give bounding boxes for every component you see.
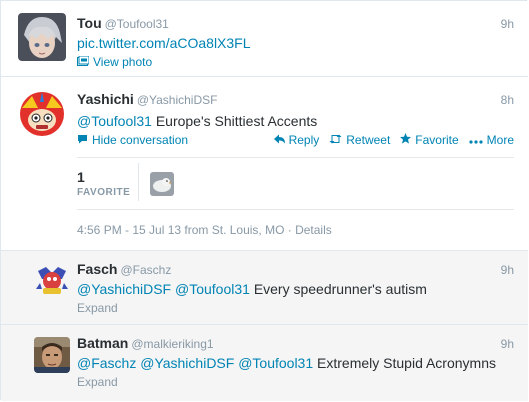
retweet-icon: [329, 133, 342, 147]
conversation-icon: [77, 133, 88, 147]
tweet-text: @Toufool31 Europe's Shittiest Accents: [77, 113, 317, 129]
tweet-text: @Faschz @YashichiDSF @Toufool31 Extremel…: [77, 355, 496, 371]
photo-link[interactable]: pic.twitter.com/aCOa8lX3FL: [77, 35, 251, 51]
favoriter-avatar[interactable]: [150, 172, 174, 196]
mention-links[interactable]: @YashichiDSF @Toufool31: [77, 281, 250, 297]
tweet-actions: Reply Retweet Favorite More: [273, 133, 514, 147]
author-handle[interactable]: @YashichiDSF: [137, 93, 218, 107]
dots-icon: [469, 133, 483, 147]
star-icon: [400, 133, 412, 147]
author-handle[interactable]: @malkieriking1: [131, 337, 213, 351]
author-name[interactable]: Batman @malkieriking1: [77, 335, 214, 351]
author-name[interactable]: Yashichi @YashichiDSF: [77, 91, 217, 107]
more-label: More: [486, 133, 514, 147]
stats-divider-bottom: [77, 209, 514, 210]
tweet-tou[interactable]: Tou @Toufool31 9h pic.twitter.com/aCOa8lX…: [1, 1, 528, 77]
avatar-fasch[interactable]: [34, 263, 70, 299]
tweet-yashichi[interactable]: Yashichi @YashichiDSF 8h @Toufool31 Europ…: [1, 77, 528, 251]
author-handle[interactable]: @Toufool31: [105, 17, 169, 31]
reply-fasch[interactable]: Fasch @Faschz 9h @YashichiDSF @Toufool31 …: [1, 251, 528, 325]
author-handle[interactable]: @Faschz: [120, 263, 171, 277]
timeline-frame: Tou @Toufool31 9h pic.twitter.com/aCOa8lX…: [0, 0, 528, 401]
favorite-count[interactable]: 1: [77, 169, 85, 185]
reply-arrow-icon: [273, 133, 285, 147]
stats-divider-top: [77, 157, 514, 158]
reply-label: Reply: [288, 133, 320, 147]
photo-icon: [77, 55, 90, 69]
reply-batman[interactable]: Batman @malkieriking1 9h @Faschz @Yashich…: [1, 325, 528, 401]
tweet-time[interactable]: 8h: [501, 93, 514, 107]
tweet-time[interactable]: 9h: [501, 17, 514, 31]
tweet-body: Extremely Stupid Acronymns: [317, 355, 496, 371]
mention-links[interactable]: @Faschz @YashichiDSF @Toufool31: [77, 355, 313, 371]
hide-conversation-label: Hide conversation: [92, 133, 189, 147]
stats-separator: [138, 163, 139, 201]
avatar-batman[interactable]: [34, 337, 70, 373]
expand-button[interactable]: Expand: [77, 301, 118, 315]
tweet-timestamp[interactable]: 4:56 PM - 15 Jul 13 from St. Louis, MO ·…: [77, 223, 332, 237]
retweet-label: Retweet: [346, 133, 391, 147]
tweet-time[interactable]: 9h: [501, 337, 514, 351]
reply-button[interactable]: Reply: [273, 133, 320, 147]
mention-link[interactable]: @Toufool31: [77, 113, 152, 129]
favorite-count-label[interactable]: FAVORITE: [77, 187, 130, 198]
avatar-yashichi[interactable]: [18, 90, 66, 138]
author-name[interactable]: Tou @Toufool31: [77, 15, 169, 31]
favorite-button[interactable]: Favorite: [400, 133, 459, 147]
view-photo-label: View photo: [93, 55, 153, 69]
more-button[interactable]: More: [469, 133, 514, 147]
avatar-tou[interactable]: [18, 13, 66, 61]
author-name[interactable]: Fasch @Faschz: [77, 261, 171, 277]
tweet-body: Every speedrunner's autism: [253, 281, 427, 297]
tweet-body: Europe's Shittiest Accents: [155, 113, 318, 129]
view-photo-button[interactable]: View photo: [77, 55, 152, 69]
tweet-text: @YashichiDSF @Toufool31 Every speedrunne…: [77, 281, 427, 297]
tweet-time[interactable]: 9h: [501, 263, 514, 277]
retweet-button[interactable]: Retweet: [329, 133, 390, 147]
expand-button[interactable]: Expand: [77, 375, 118, 389]
favorite-label: Favorite: [415, 133, 459, 147]
hide-conversation-button[interactable]: Hide conversation: [77, 133, 188, 147]
